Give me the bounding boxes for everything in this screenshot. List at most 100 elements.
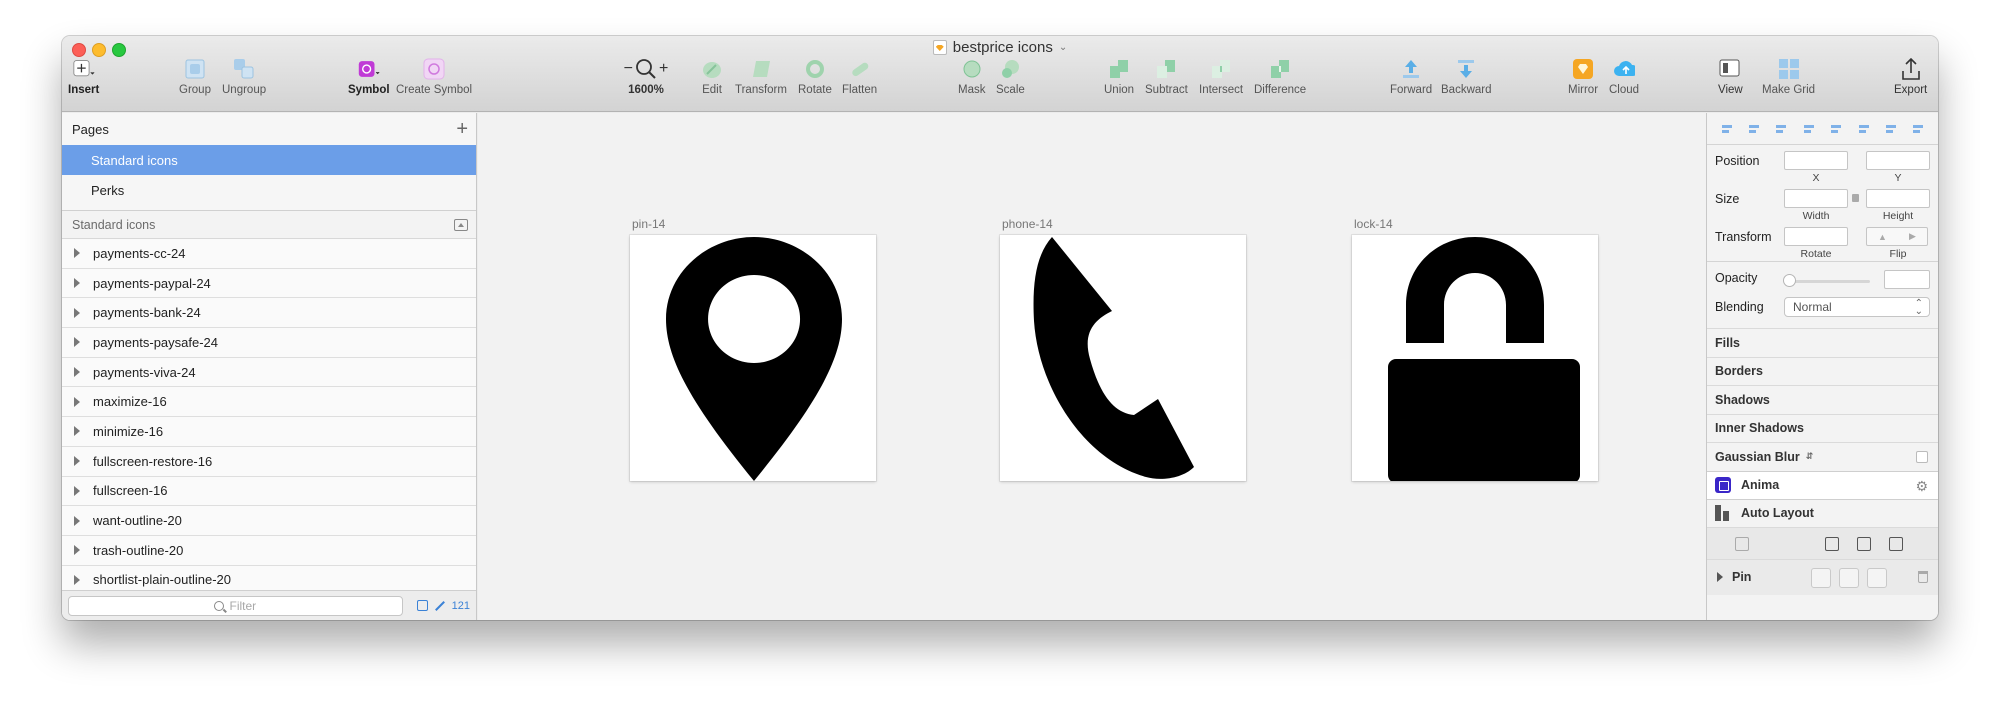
zoom-out-button[interactable]: − bbox=[624, 60, 633, 78]
auto-layout-header[interactable]: Auto Layout bbox=[1707, 498, 1938, 527]
layer-item[interactable]: fullscreen-16 bbox=[62, 476, 476, 507]
align-center-icon[interactable] bbox=[1802, 123, 1816, 135]
opacity-slider-knob[interactable] bbox=[1783, 274, 1796, 287]
updown-arrows-icon[interactable]: ⇵ bbox=[1806, 451, 1814, 462]
view-button[interactable]: View bbox=[1718, 58, 1743, 112]
layer-item[interactable]: fullscreen-restore-16 bbox=[62, 446, 476, 477]
gaussian-blur-checkbox[interactable] bbox=[1916, 451, 1928, 463]
disclosure-triangle-icon[interactable] bbox=[74, 456, 80, 467]
slice-filter-icon[interactable] bbox=[434, 600, 445, 611]
shadows-section[interactable]: Shadows bbox=[1707, 385, 1938, 414]
artboard-phone-14[interactable] bbox=[1000, 235, 1246, 481]
flatten-button[interactable]: Flatten bbox=[842, 58, 877, 112]
scale-button[interactable]: Scale bbox=[996, 58, 1025, 112]
rotate-input[interactable] bbox=[1784, 227, 1848, 246]
align-left-icon[interactable] bbox=[1774, 123, 1788, 135]
zoom-control[interactable]: − + 1600% bbox=[613, 58, 679, 112]
canvas[interactable]: pin-14 phone-14 lock-14 bbox=[478, 113, 1706, 620]
disclosure-triangle-icon[interactable] bbox=[74, 248, 80, 259]
position-y-input[interactable] bbox=[1866, 151, 1930, 170]
artboard-label[interactable]: phone-14 bbox=[1002, 217, 1053, 231]
layer-item[interactable]: maximize-16 bbox=[62, 387, 476, 418]
pin-vertical-control[interactable] bbox=[1867, 567, 1887, 588]
document-title[interactable]: bestprice icons ⌄ bbox=[62, 39, 1938, 56]
opacity-input[interactable] bbox=[1884, 270, 1930, 289]
create-symbol-button[interactable]: Create Symbol bbox=[396, 58, 472, 112]
grid-layout-icon[interactable] bbox=[1825, 536, 1839, 551]
mirror-button[interactable]: Mirror bbox=[1568, 58, 1598, 112]
artboard-label[interactable]: lock-14 bbox=[1354, 217, 1393, 231]
artboard-pin-14[interactable] bbox=[630, 235, 876, 481]
disclosure-triangle-icon[interactable] bbox=[74, 485, 80, 496]
disclosure-triangle-icon[interactable] bbox=[74, 545, 80, 556]
disclosure-triangle-icon[interactable] bbox=[74, 426, 80, 437]
insert-button[interactable]: Insert bbox=[68, 58, 99, 112]
group-button[interactable]: Group bbox=[179, 58, 211, 112]
zoom-in-button[interactable]: + bbox=[659, 60, 668, 78]
align-top-icon[interactable] bbox=[1857, 123, 1871, 135]
layer-item[interactable]: want-outline-20 bbox=[62, 506, 476, 536]
page-item-perks[interactable]: Perks bbox=[62, 175, 476, 205]
transform-button[interactable]: Transform bbox=[735, 58, 787, 112]
pin-section[interactable]: Pin bbox=[1707, 558, 1938, 595]
forward-button[interactable]: Forward bbox=[1390, 58, 1432, 112]
layer-item[interactable]: minimize-16 bbox=[62, 417, 476, 447]
backward-button[interactable]: Backward bbox=[1441, 58, 1492, 112]
disclosure-triangle-icon[interactable] bbox=[74, 337, 80, 348]
device-icon[interactable] bbox=[1857, 536, 1871, 551]
layer-item[interactable]: payments-bank-24 bbox=[62, 298, 476, 329]
symbols-filter-icon[interactable] bbox=[416, 600, 428, 611]
align-right-icon[interactable] bbox=[1829, 123, 1843, 135]
cloud-button[interactable]: Cloud bbox=[1609, 58, 1639, 112]
add-page-button[interactable]: + bbox=[456, 119, 468, 139]
page-item-standard-icons[interactable]: Standard icons bbox=[62, 145, 476, 175]
gaussian-blur-section[interactable]: Gaussian Blur ⇵ bbox=[1707, 442, 1938, 471]
disclosure-triangle-icon[interactable] bbox=[74, 307, 80, 318]
disclosure-triangle-icon[interactable] bbox=[74, 396, 80, 407]
borders-section[interactable]: Borders bbox=[1707, 356, 1938, 386]
distribute-horizontal-icon[interactable] bbox=[1720, 123, 1734, 135]
responsive-icon[interactable] bbox=[1889, 536, 1903, 551]
filter-input[interactable]: Filter bbox=[68, 595, 403, 616]
stack-icon[interactable] bbox=[1735, 536, 1749, 551]
disclosure-triangle-icon[interactable] bbox=[1717, 572, 1723, 582]
align-bottom-icon[interactable] bbox=[1911, 123, 1925, 135]
height-input[interactable] bbox=[1866, 189, 1930, 208]
opacity-slider[interactable] bbox=[1784, 280, 1870, 283]
intersect-button[interactable]: Intersect bbox=[1199, 58, 1243, 112]
fills-section[interactable]: Fills bbox=[1707, 328, 1938, 357]
rotate-button[interactable]: Rotate bbox=[798, 58, 832, 112]
gear-icon[interactable]: ⚙ bbox=[1915, 478, 1928, 495]
mask-button[interactable]: Mask bbox=[958, 58, 985, 112]
pin-horizontal-control[interactable] bbox=[1839, 567, 1859, 588]
layer-item[interactable]: trash-outline-20 bbox=[62, 535, 476, 566]
anima-plugin-header[interactable]: Anima ⚙ bbox=[1707, 470, 1938, 499]
artboard-lock-14[interactable] bbox=[1352, 235, 1598, 481]
position-x-input[interactable] bbox=[1784, 151, 1848, 170]
width-input[interactable] bbox=[1784, 189, 1848, 208]
subtract-button[interactable]: Subtract bbox=[1145, 58, 1188, 112]
blending-select[interactable]: Normal ⌃ ⌄ bbox=[1784, 297, 1930, 317]
disclosure-triangle-icon[interactable] bbox=[74, 278, 80, 289]
trash-icon[interactable] bbox=[1918, 570, 1928, 583]
disclosure-triangle-icon[interactable] bbox=[74, 574, 80, 585]
collapse-layers-icon[interactable] bbox=[454, 218, 468, 231]
symbol-button[interactable]: Symbol bbox=[348, 58, 390, 112]
export-button[interactable]: Export bbox=[1894, 58, 1927, 112]
layer-item[interactable]: payments-cc-24 bbox=[62, 239, 476, 269]
flip-horizontal-icon[interactable]: ▲ bbox=[1878, 232, 1887, 242]
edit-button[interactable]: Edit bbox=[701, 58, 723, 112]
layer-item[interactable]: payments-paypal-24 bbox=[62, 268, 476, 299]
ungroup-button[interactable]: Ungroup bbox=[222, 58, 266, 112]
union-button[interactable]: Union bbox=[1104, 58, 1134, 112]
flip-vertical-icon[interactable]: ▶ bbox=[1909, 231, 1916, 242]
make-grid-button[interactable]: Make Grid bbox=[1762, 58, 1815, 112]
layer-item[interactable]: payments-viva-24 bbox=[62, 357, 476, 388]
flip-buttons[interactable]: ▲ ▶ bbox=[1866, 227, 1928, 246]
align-middle-icon[interactable] bbox=[1884, 123, 1898, 135]
lock-ratio-icon[interactable] bbox=[1852, 194, 1859, 202]
difference-button[interactable]: Difference bbox=[1254, 58, 1306, 112]
pin-edges-control[interactable] bbox=[1811, 567, 1831, 588]
distribute-vertical-icon[interactable] bbox=[1747, 123, 1761, 135]
layer-item[interactable]: payments-paysafe-24 bbox=[62, 328, 476, 358]
